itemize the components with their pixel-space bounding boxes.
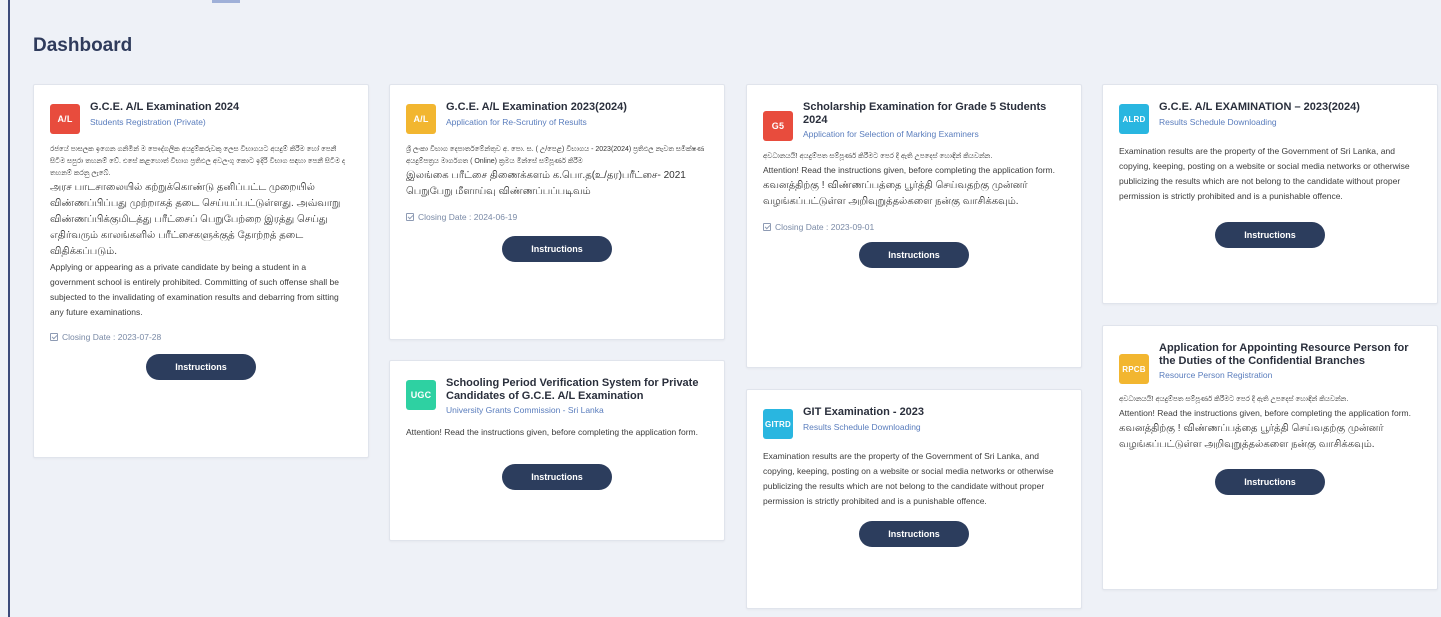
- left-border: [8, 0, 10, 617]
- closing-date-text: Closing Date : 2023-09-01: [775, 222, 875, 232]
- card-title: G.C.E. A/L Examination 2024: [90, 101, 240, 113]
- english-text: Attention! Read the instructions given, …: [763, 165, 1056, 175]
- card-title: GIT Examination - 2023: [803, 406, 925, 418]
- instructions-button[interactable]: Instructions: [502, 464, 612, 491]
- card-header: ALRD G.C.E. A/L EXAMINATION – 2023(2024)…: [1119, 101, 1421, 134]
- tamil-text: அரச பாடசாலையில் கற்றுக்கொண்டு தனிப்பட்ட …: [50, 182, 341, 257]
- card-title: Scholarship Examination for Grade 5 Stud…: [803, 101, 1047, 126]
- tamil-text: கவனத்திற்கு ! விண்ணப்பத்தை பூர்த்தி செய்…: [1119, 423, 1384, 450]
- card-body: අවධානයයි! අයදුම්පත සම්පූර්ණ කිරීමට පෙර ද…: [763, 151, 1065, 210]
- card-title: Application for Appointing Resource Pers…: [1159, 342, 1409, 367]
- instructions-button[interactable]: Instructions: [859, 242, 969, 268]
- card-title: G.C.E. A/L Examination 2023(2024): [446, 101, 627, 113]
- closing-date: Closing Date : 2023-07-28: [50, 332, 352, 342]
- sinhala-text: අවධානයයි! අයදුම්පත සම්පූර්ණ කිරීමට පෙර ද…: [1119, 396, 1349, 403]
- card-header: G5 Scholarship Examination for Grade 5 S…: [763, 101, 1065, 141]
- card-ugc: UGC Schooling Period Verification System…: [389, 360, 725, 541]
- sinhala-text: ශ්‍රී ලංකා විභාග දෙපාර්තමේන්තුව අ. පො. ස…: [406, 146, 705, 165]
- instructions-button[interactable]: Instructions: [1215, 222, 1325, 248]
- card-header: RPCB Application for Appointing Resource…: [1119, 342, 1421, 384]
- card-body: ශ්‍රී ලංකා විභාග දෙපාර්තමේන්තුව අ. පො. ස…: [406, 144, 708, 200]
- calendar-check-icon: [50, 333, 58, 341]
- tamil-text: இலங்கை பரீட்சை திணைக்களம் க.பொ.த(உ/தர)பர…: [406, 170, 686, 197]
- closing-date: Closing Date : 2024-06-19: [406, 212, 708, 222]
- card-subtitle: Application for Re-Scrutiny of Results: [446, 116, 587, 127]
- card-subtitle: Students Registration (Private): [90, 116, 206, 127]
- card-subtitle: Application for Selection of Marking Exa…: [803, 129, 979, 140]
- card-body: අවධානයයි! අයදුම්පත සම්පූර්ණ කිරීමට පෙර ද…: [1119, 394, 1421, 453]
- card-rpcb: RPCB Application for Appointing Resource…: [1102, 325, 1438, 590]
- english-text: Examination results are the property of …: [1119, 146, 1410, 201]
- english-text: Examination results are the property of …: [763, 451, 1054, 506]
- card-al-2023: A/L G.C.E. A/L Examination 2023(2024) Ap…: [389, 84, 725, 340]
- card-alrd: ALRD G.C.E. A/L EXAMINATION – 2023(2024)…: [1102, 84, 1438, 304]
- closing-date-text: Closing Date : 2023-07-28: [62, 332, 162, 342]
- card-body: Examination results are the property of …: [1119, 144, 1421, 204]
- card-body: Examination results are the property of …: [763, 449, 1065, 509]
- card-subtitle: Results Schedule Downloading: [1159, 116, 1277, 127]
- badge-rpcb: RPCB: [1119, 354, 1149, 384]
- english-text: Attention! Read the instructions given, …: [406, 427, 699, 438]
- calendar-check-icon: [763, 223, 771, 231]
- badge-gitrd: GITRD: [763, 409, 793, 439]
- card-header: GITRD GIT Examination - 2023 Results Sch…: [763, 406, 1065, 439]
- closing-date-text: Closing Date : 2024-06-19: [418, 212, 518, 222]
- tamil-text: கவனத்திற்கு ! விண்ணப்பத்தை பூர்த்தி செய்…: [763, 180, 1028, 207]
- instructions-button[interactable]: Instructions: [1215, 469, 1325, 495]
- badge-al: A/L: [50, 104, 80, 134]
- badge-ugc: UGC: [406, 380, 436, 410]
- card-body: රජයේ පාසලක ඉගෙන ගනිමින් ම පෞද්ගලික අයදුම…: [50, 144, 352, 320]
- badge-g5: G5: [763, 111, 793, 141]
- card-grade5: G5 Scholarship Examination for Grade 5 S…: [746, 84, 1082, 368]
- card-header: A/L G.C.E. A/L Examination 2024 Students…: [50, 101, 352, 134]
- card-subtitle: Results Schedule Downloading: [803, 421, 921, 432]
- top-tab-indicator: [212, 0, 240, 3]
- instructions-button[interactable]: Instructions: [502, 236, 612, 262]
- card-al-2024: A/L G.C.E. A/L Examination 2024 Students…: [33, 84, 369, 458]
- card-header: UGC Schooling Period Verification System…: [406, 377, 708, 415]
- card-title: G.C.E. A/L EXAMINATION – 2023(2024): [1159, 101, 1360, 113]
- badge-al: A/L: [406, 104, 436, 134]
- calendar-check-icon: [406, 213, 414, 221]
- sinhala-text: රජයේ පාසලක ඉගෙන ගනිමින් ම පෞද්ගලික අයදුම…: [50, 146, 346, 177]
- english-text: Attention! Read the instructions given, …: [1119, 408, 1412, 418]
- closing-date: Closing Date : 2023-09-01: [763, 222, 1065, 232]
- badge-alrd: ALRD: [1119, 104, 1149, 134]
- card-subtitle: University Grants Commission - Sri Lanka: [446, 405, 604, 416]
- card-title: Schooling Period Verification System for…: [446, 377, 699, 402]
- card-body: Attention! Read the instructions given, …: [406, 425, 708, 440]
- sinhala-text: අවධානයයි! අයදුම්පත සම්පූර්ණ කිරීමට පෙර ද…: [763, 153, 993, 160]
- card-header: A/L G.C.E. A/L Examination 2023(2024) Ap…: [406, 101, 708, 134]
- instructions-button[interactable]: Instructions: [859, 521, 969, 547]
- card-subtitle: Resource Person Registration: [1159, 370, 1273, 381]
- instructions-button[interactable]: Instructions: [146, 354, 256, 380]
- english-text: Applying or appearing as a private candi…: [50, 262, 339, 317]
- page-title: Dashboard: [33, 35, 133, 56]
- card-git: GITRD GIT Examination - 2023 Results Sch…: [746, 389, 1082, 609]
